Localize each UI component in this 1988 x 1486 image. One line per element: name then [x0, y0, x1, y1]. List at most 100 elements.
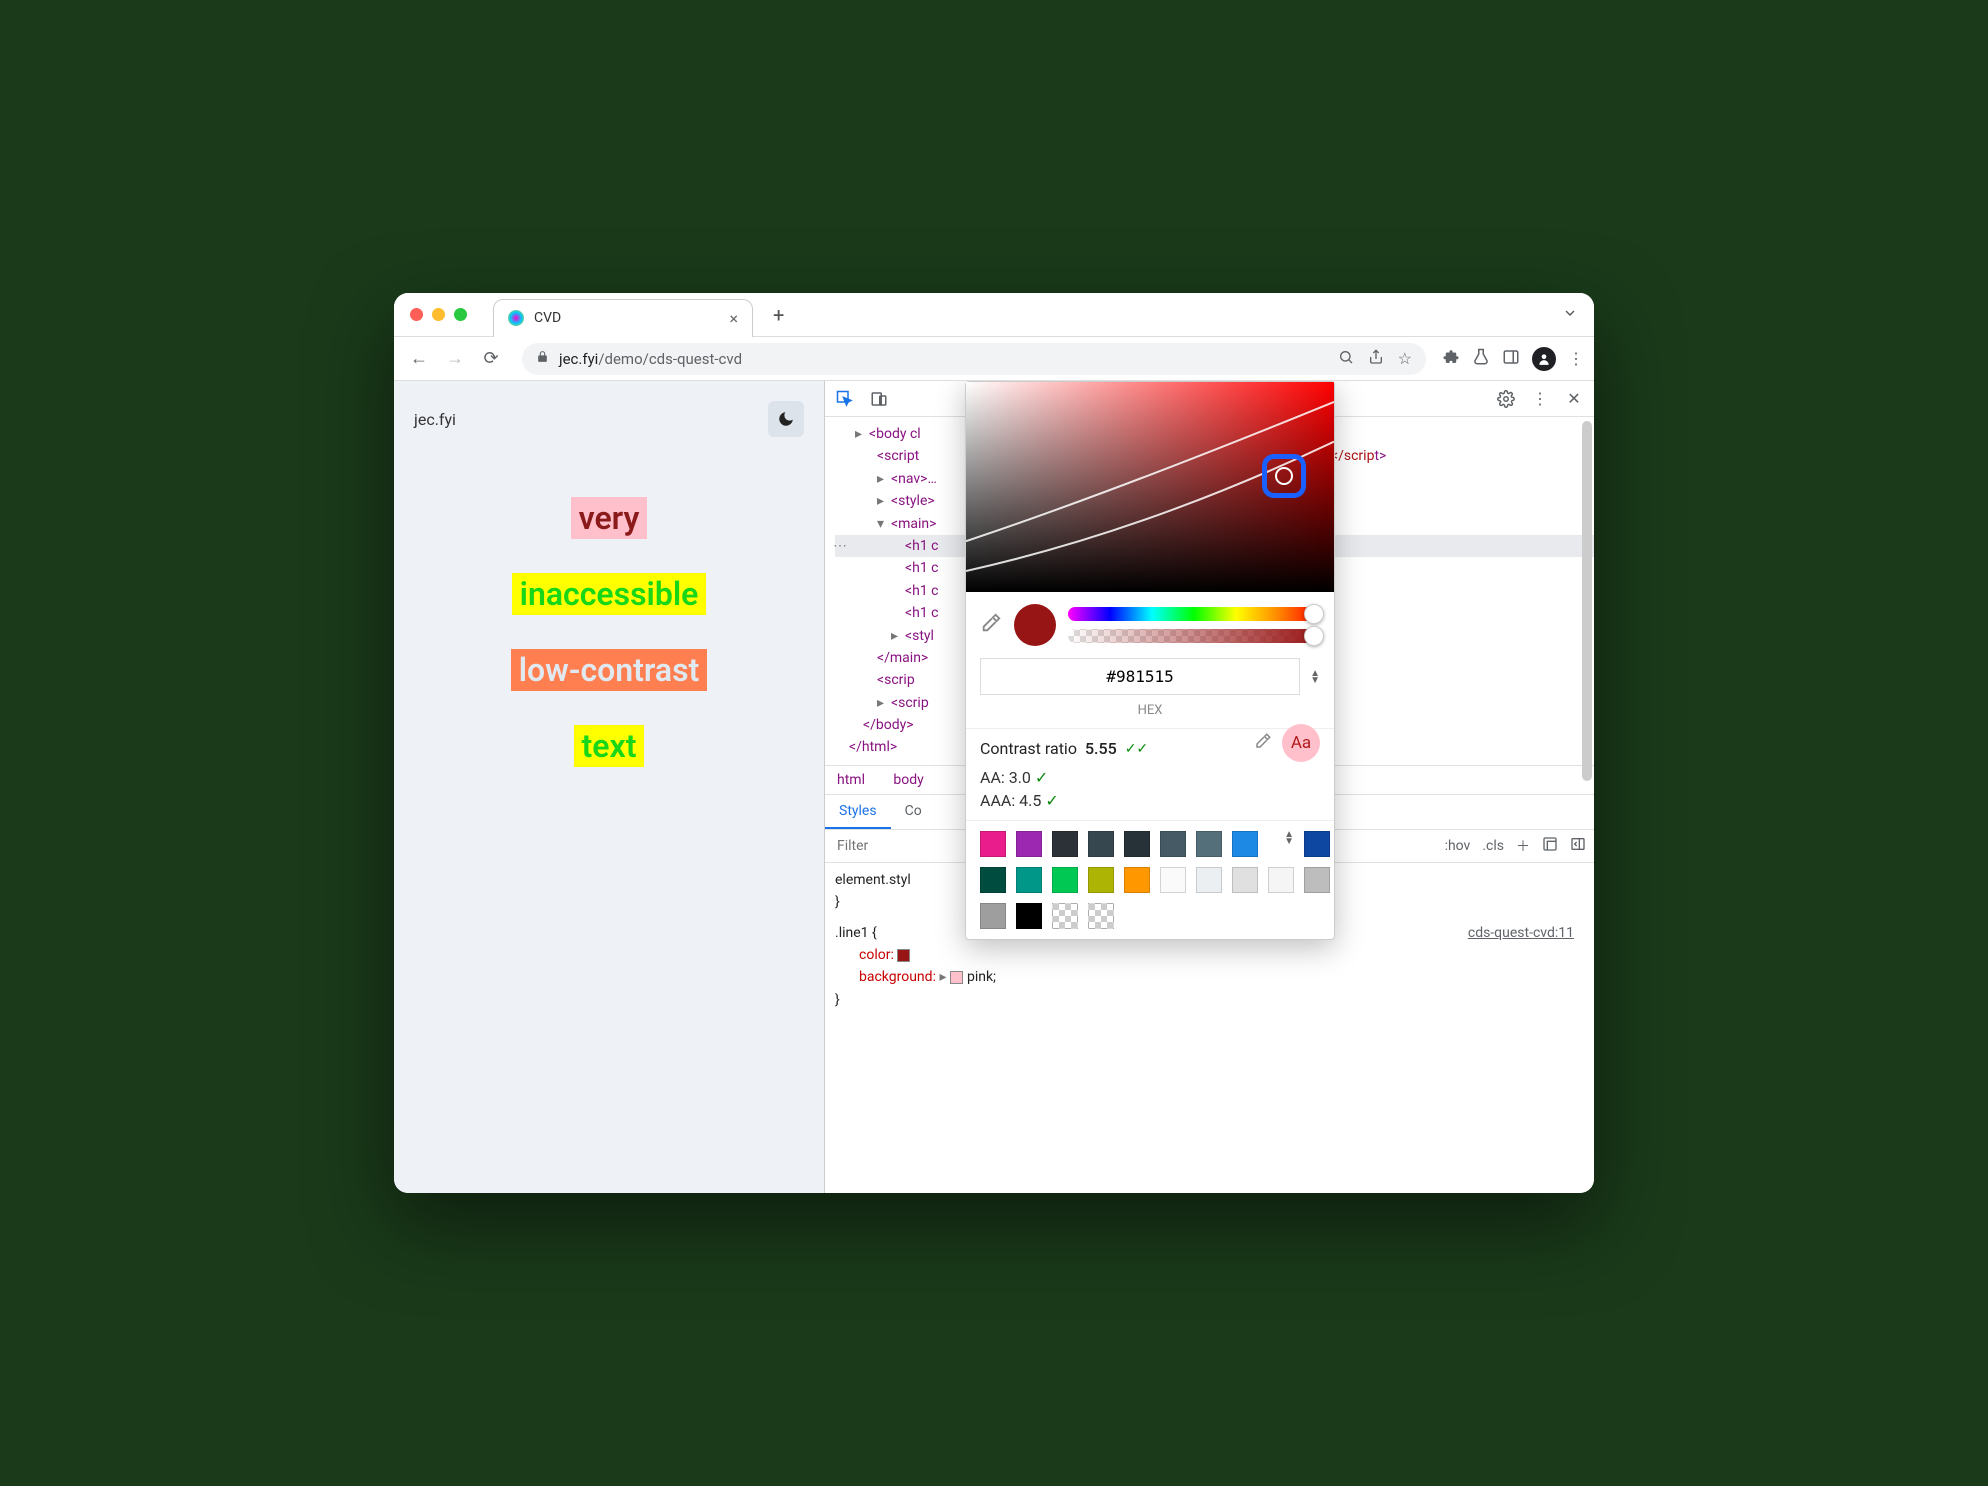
palette-swatch[interactable] — [1232, 867, 1258, 893]
hue-slider[interactable] — [1068, 607, 1320, 621]
palette-swatch[interactable] — [980, 831, 1006, 857]
scrollbar[interactable] — [1582, 421, 1592, 781]
palette-swatch[interactable] — [1016, 831, 1042, 857]
tab-styles[interactable]: Styles — [825, 795, 891, 829]
word-3: low-contrast — [511, 649, 708, 691]
omnibox[interactable]: jec.fyi/demo/cds-quest-cvd ☆ — [522, 343, 1426, 375]
devtools-close-icon[interactable]: ✕ — [1564, 389, 1584, 409]
devtools-settings-icon[interactable] — [1496, 389, 1516, 409]
palette-swatch[interactable] — [1052, 831, 1078, 857]
palette-swatch[interactable] — [980, 903, 1006, 929]
tab-title: CVD — [534, 310, 719, 326]
dom-end-main[interactable]: </main> — [877, 650, 928, 666]
contrast-label: Contrast ratio — [980, 739, 1077, 758]
dark-mode-button[interactable] — [768, 401, 804, 437]
palette-swatch[interactable] — [1160, 831, 1186, 857]
palette-swatch[interactable] — [1232, 831, 1258, 857]
hov-toggle[interactable]: :hov — [1445, 838, 1471, 854]
lock-icon — [536, 350, 549, 367]
selected-node-indicator: ⋯ — [833, 535, 847, 557]
crumb-body[interactable]: body — [893, 772, 923, 788]
css-val-background[interactable]: pink — [967, 969, 993, 985]
palette-swatch[interactable] — [1124, 867, 1150, 893]
side-panel-icon[interactable] — [1502, 348, 1520, 370]
dom-style[interactable]: <style> — [891, 493, 935, 509]
new-rule-button[interactable]: ＋ — [1516, 836, 1530, 856]
palette-swatch[interactable] — [1196, 867, 1222, 893]
alpha-knob[interactable] — [1304, 626, 1324, 646]
sidebar-toggle-icon[interactable] — [1570, 836, 1586, 856]
css-prop-background[interactable]: background — [859, 969, 933, 985]
alpha-slider[interactable] — [1068, 629, 1320, 643]
cls-toggle[interactable]: .cls — [1482, 838, 1504, 854]
minimize-window-button[interactable] — [432, 308, 445, 321]
dom-body[interactable]: <body cl — [869, 426, 921, 442]
palette-swatch[interactable] — [1088, 831, 1114, 857]
palette-swatch[interactable] — [1196, 831, 1222, 857]
browser-menu-button[interactable]: ⋮ — [1568, 349, 1584, 368]
profile-avatar[interactable] — [1532, 347, 1556, 371]
aaa-label: AAA: 4.5 — [980, 791, 1041, 810]
new-tab-button[interactable]: + — [763, 303, 794, 327]
palette-swatch[interactable] — [1016, 903, 1042, 929]
css-prop-color[interactable]: color — [859, 947, 890, 963]
format-toggle[interactable]: ▲▼ — [1310, 670, 1320, 684]
palette-swatch[interactable] — [980, 867, 1006, 893]
url-host: jec.fyi — [559, 350, 598, 368]
palette-swatch-transparent[interactable] — [1052, 903, 1078, 929]
dom-h1-1[interactable]: <h1 c — [905, 538, 939, 554]
device-toggle-icon[interactable] — [869, 389, 889, 409]
zoom-icon[interactable] — [1338, 349, 1354, 369]
back-button[interactable]: ← — [404, 344, 434, 374]
hue-knob[interactable] — [1304, 604, 1324, 624]
background-swatch[interactable] — [950, 971, 963, 984]
palette-toggle[interactable]: ▲▼ — [1284, 831, 1294, 857]
palette-swatch[interactable] — [1052, 867, 1078, 893]
dom-h1-3[interactable]: <h1 c — [905, 583, 939, 599]
palette-swatch[interactable] — [1088, 867, 1114, 893]
labs-icon[interactable] — [1472, 348, 1490, 370]
dom-script-2[interactable]: <scrip — [877, 672, 915, 688]
dom-nav[interactable]: <nav>… — [891, 471, 937, 487]
css-element-style[interactable]: element.styl — [835, 872, 911, 888]
dom-h1-2[interactable]: <h1 c — [905, 560, 939, 576]
devtools-more-icon[interactable]: ⋮ — [1530, 389, 1550, 409]
devtools-panel: ⋮ ✕ ▸<body cl <script o-js");</script> ▸… — [824, 381, 1594, 1193]
dom-main[interactable]: <main> — [891, 516, 936, 532]
bookmark-icon[interactable]: ☆ — [1398, 349, 1412, 369]
color-swatch[interactable] — [897, 949, 910, 962]
palette-swatch[interactable] — [1268, 867, 1294, 893]
reload-button[interactable]: ⟳ — [476, 344, 506, 374]
palette-swatch[interactable] — [1016, 867, 1042, 893]
dom-h1-4[interactable]: <h1 c — [905, 605, 939, 621]
dom-end-html[interactable]: </html> — [849, 739, 897, 755]
eyedropper-icon[interactable] — [980, 612, 1002, 638]
css-rule-line1[interactable]: .line1 { — [835, 925, 877, 941]
browser-tab[interactable]: CVD × — [493, 299, 753, 337]
css-source-link[interactable]: cds-quest-cvd:11 — [1468, 922, 1574, 944]
close-window-button[interactable] — [410, 308, 423, 321]
inspect-icon[interactable] — [835, 389, 855, 409]
tabs-menu-button[interactable] — [1562, 305, 1578, 325]
saturation-value-field[interactable] — [966, 382, 1334, 592]
computed-toggle-icon[interactable] — [1542, 836, 1558, 856]
dom-script-3[interactable]: <scrip — [891, 695, 929, 711]
pick-bg-icon[interactable] — [1254, 732, 1272, 754]
palette-swatch[interactable] — [1124, 831, 1150, 857]
extensions-icon[interactable] — [1442, 348, 1460, 370]
color-handle[interactable] — [1262, 454, 1306, 498]
hex-input[interactable] — [980, 658, 1300, 695]
share-icon[interactable] — [1368, 349, 1384, 369]
maximize-window-button[interactable] — [454, 308, 467, 321]
palette-swatch[interactable] — [1304, 831, 1330, 857]
url-bar: ← → ⟳ jec.fyi/demo/cds-quest-cvd ☆ ⋮ — [394, 337, 1594, 381]
tab-computed[interactable]: Co — [891, 795, 936, 829]
palette-swatch[interactable] — [1304, 867, 1330, 893]
palette-swatch-transparent[interactable] — [1088, 903, 1114, 929]
dom-script[interactable]: <script — [877, 448, 919, 464]
palette-swatch[interactable] — [1160, 867, 1186, 893]
dom-end-body[interactable]: </body> — [863, 717, 914, 733]
crumb-html[interactable]: html — [837, 772, 865, 788]
tab-close-button[interactable]: × — [729, 309, 738, 328]
forward-button[interactable]: → — [440, 344, 470, 374]
